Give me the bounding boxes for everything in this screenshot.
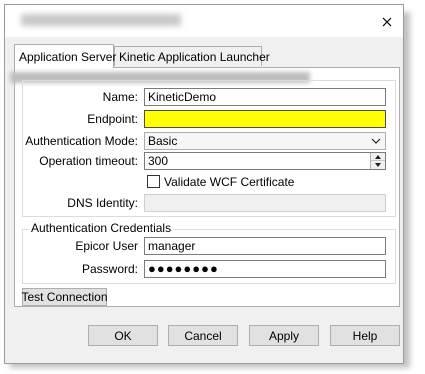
timeout-stepper[interactable]: 300 xyxy=(144,152,386,170)
name-field[interactable]: KineticDemo xyxy=(144,88,386,106)
timeout-value: 300 xyxy=(148,154,169,168)
title-bar xyxy=(5,5,403,37)
validate-wcf-label: Validate WCF Certificate xyxy=(164,175,295,189)
chevron-down-icon xyxy=(371,138,381,144)
tab-kinetic-application-launcher[interactable]: Kinetic Application Launcher xyxy=(114,46,270,66)
cancel-label: Cancel xyxy=(184,328,222,343)
name-label: Name: xyxy=(102,90,138,104)
auth-mode-value: Basic xyxy=(148,134,178,148)
name-value: KineticDemo xyxy=(148,90,217,104)
caret-down-icon xyxy=(375,163,381,167)
close-icon xyxy=(382,17,392,27)
timeout-label: Operation timeout: xyxy=(39,154,138,168)
validate-wcf-checkbox[interactable] xyxy=(147,175,160,188)
help-button[interactable]: Help xyxy=(330,325,400,346)
epicor-user-value: manager xyxy=(148,239,196,253)
spin-down-button[interactable] xyxy=(371,161,385,169)
endpoint-label: Endpoint: xyxy=(87,112,138,126)
ok-label: OK xyxy=(114,328,132,343)
dns-identity-label: DNS Identity: xyxy=(67,196,138,210)
spin-up-button[interactable] xyxy=(371,153,385,161)
auth-mode-select[interactable]: Basic xyxy=(144,132,386,150)
blurred-title xyxy=(21,14,181,26)
apply-label: Apply xyxy=(268,328,300,343)
tab-label: Kinetic Application Launcher xyxy=(119,50,270,64)
spin-buttons xyxy=(370,153,385,169)
credentials-legend: Authentication Credentials xyxy=(29,221,174,235)
password-field[interactable]: ●●●●●●●● xyxy=(144,260,386,278)
dns-identity-field[interactable] xyxy=(144,194,386,212)
password-label: Password: xyxy=(81,262,138,276)
auth-mode-label: Authentication Mode: xyxy=(25,134,138,148)
epicor-user-field[interactable]: manager xyxy=(144,237,386,255)
test-connection-button[interactable]: Test Connection xyxy=(21,288,108,306)
close-button[interactable] xyxy=(375,11,399,33)
epicor-user-label: Epicor User xyxy=(75,239,138,253)
tab-application-server[interactable]: Application Server xyxy=(14,44,117,68)
password-mask: ●●●●●●●● xyxy=(148,261,219,276)
apply-button[interactable]: Apply xyxy=(249,325,319,346)
help-label: Help xyxy=(352,328,378,343)
ok-button[interactable]: OK xyxy=(88,325,158,346)
test-connection-label: Test Connection xyxy=(21,290,108,304)
caret-up-icon xyxy=(375,154,381,159)
cancel-button[interactable]: Cancel xyxy=(168,325,238,346)
tab-label: Application Server xyxy=(19,50,117,64)
endpoint-field[interactable] xyxy=(144,110,386,128)
